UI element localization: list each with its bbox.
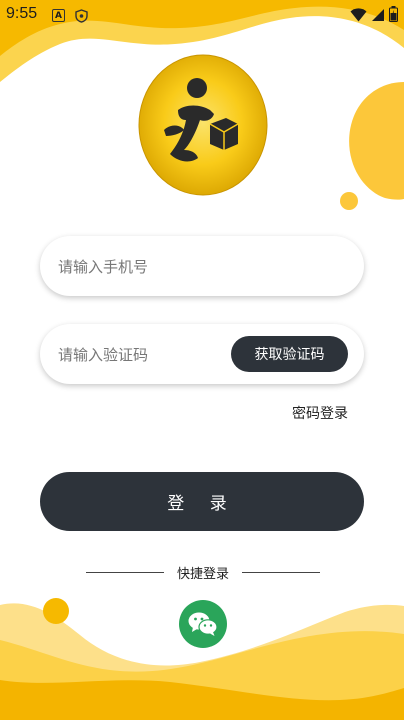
notification-a-icon: A [52, 9, 65, 22]
app-logo [138, 54, 268, 196]
wechat-login-button[interactable] [179, 600, 227, 648]
login-button[interactable]: 登 录 [40, 472, 364, 531]
battery-icon [389, 6, 398, 26]
shield-icon [75, 8, 88, 27]
status-time: 9:55 [6, 5, 38, 22]
courier-logo-icon [138, 54, 268, 196]
status-bar: 9:55 A [0, 0, 404, 30]
password-login-link[interactable]: 密码登录 [292, 403, 348, 423]
signal-icon [371, 7, 385, 26]
wifi-icon [350, 7, 367, 26]
code-field[interactable]: 获取验证码 [40, 324, 364, 386]
verification-code-input[interactable] [56, 324, 250, 386]
divider-line-right [242, 572, 320, 573]
quick-login-divider: 快捷登录 [86, 562, 320, 584]
phone-field[interactable] [40, 236, 364, 298]
status-icons [350, 6, 398, 26]
get-code-button[interactable]: 获取验证码 [231, 336, 348, 372]
phone-input[interactable] [56, 236, 250, 298]
wechat-icon [188, 612, 218, 636]
